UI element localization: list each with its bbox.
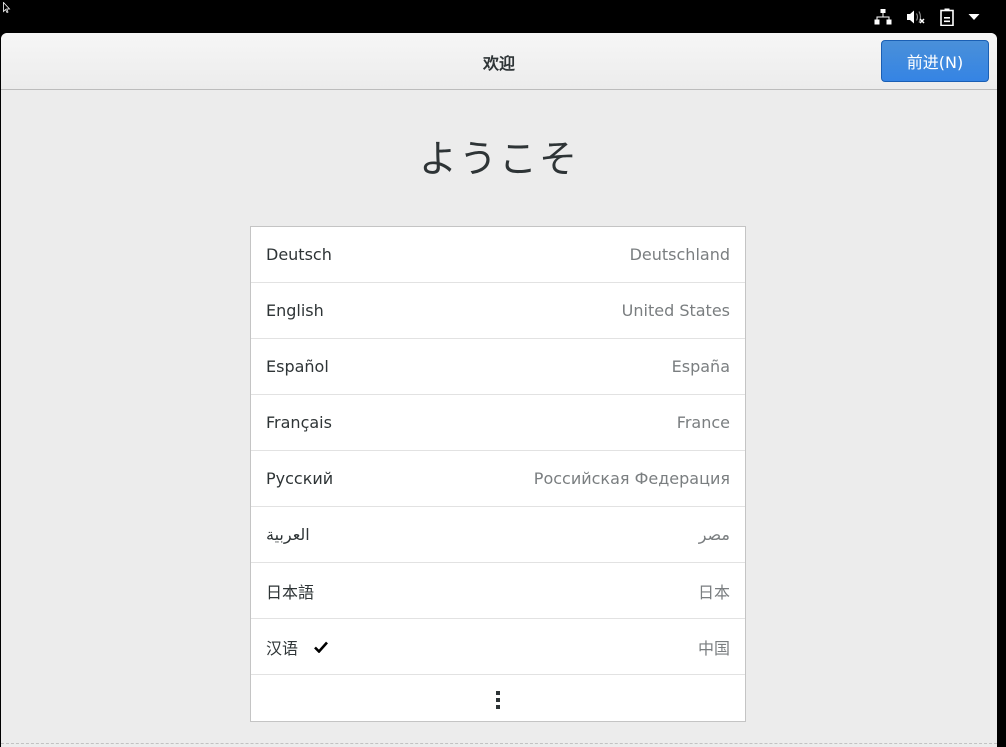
system-status-area[interactable] [874, 7, 980, 27]
language-country: United States [621, 301, 730, 320]
language-name: Français [266, 413, 332, 432]
language-country: España [671, 357, 730, 376]
language-country: France [676, 413, 730, 432]
battery-icon[interactable] [940, 8, 954, 26]
language-name: English [266, 301, 324, 320]
language-country: 日本 [697, 582, 730, 602]
audio-muted-icon[interactable] [906, 9, 926, 25]
header-title: 欢迎 [482, 54, 515, 73]
language-name: Español [266, 357, 329, 376]
checkmark-icon [314, 641, 328, 653]
language-row-espanol[interactable]: Español España [251, 339, 745, 395]
bottom-divider [1, 743, 997, 744]
language-name: Deutsch [266, 245, 332, 264]
network-icon[interactable] [874, 9, 892, 25]
language-row-francais[interactable]: Français France [251, 395, 745, 451]
top-bar [0, 0, 1006, 33]
language-row-russian[interactable]: Русский Российская Федерация [251, 451, 745, 507]
language-name: العربية [266, 525, 310, 544]
welcome-heading: ようこそ [418, 137, 579, 181]
language-country: Deutschland [629, 245, 730, 264]
language-list: Deutsch Deutschland English United State… [250, 226, 746, 722]
language-row-chinese[interactable]: 汉语 中国 [251, 619, 745, 675]
language-row-english[interactable]: English United States [251, 283, 745, 339]
language-name: 日本語 [266, 582, 315, 602]
language-country: 中国 [697, 638, 730, 658]
language-row-japanese[interactable]: 日本語 日本 [251, 563, 745, 619]
language-country: مصر [698, 525, 730, 544]
language-name: Русский [266, 469, 334, 488]
mouse-pointer-icon [3, 2, 11, 13]
language-row-arabic[interactable]: العربية مصر [251, 507, 745, 563]
header-bar: 欢迎 前进(N) [1, 33, 997, 90]
next-button[interactable]: 前进(N) [881, 40, 989, 82]
language-row-deutsch[interactable]: Deutsch Deutschland [251, 227, 745, 283]
chevron-down-icon[interactable] [968, 13, 980, 21]
more-vertical-icon [496, 691, 500, 709]
language-name-text: 汉语 [266, 638, 299, 658]
initial-setup-window: 欢迎 前进(N) ようこそ Deutsch Deutschland Englis… [1, 33, 997, 747]
language-name-selected: 汉语 [266, 635, 328, 659]
more-languages-button[interactable] [251, 675, 745, 725]
language-country: Российская Федерация [533, 469, 730, 488]
